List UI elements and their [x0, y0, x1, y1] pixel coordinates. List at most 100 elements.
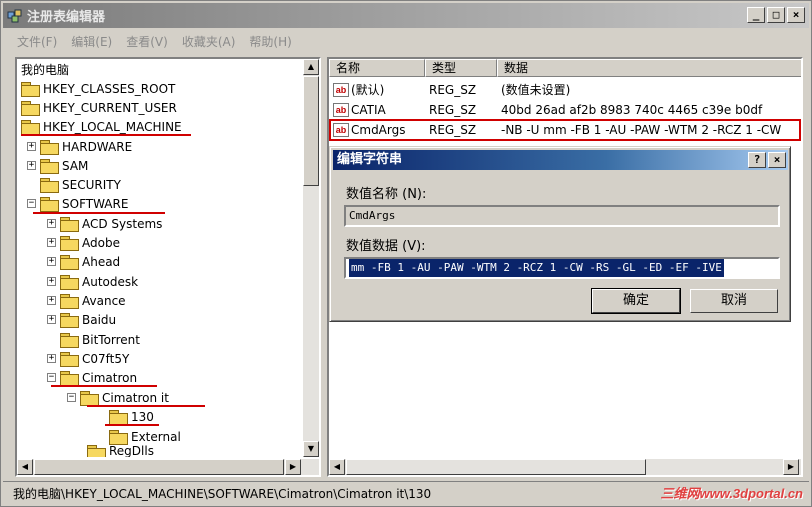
window-title: 注册表编辑器 — [27, 10, 106, 25]
expand-plus-icon[interactable]: + — [47, 257, 56, 266]
string-value-icon: ab — [333, 102, 349, 117]
column-header-type[interactable]: 类型 — [425, 59, 497, 77]
tree-node-label: Cimatron — [82, 370, 138, 385]
tree-node-sam[interactable]: + SAM — [27, 156, 88, 175]
expand-plus-icon[interactable]: + — [47, 238, 56, 247]
folder-icon — [60, 255, 79, 270]
tree-node-label: External — [131, 429, 181, 444]
tree-horizontal-scrollbar[interactable]: ◀ ▶ — [17, 459, 319, 475]
folder-icon — [60, 275, 79, 290]
folder-icon — [60, 217, 79, 232]
help-button[interactable]: ? — [748, 152, 766, 168]
scroll-track[interactable] — [346, 459, 646, 475]
tree-node-adobe[interactable]: + Adobe — [47, 233, 120, 252]
tree-root[interactable]: 我的电脑 — [21, 60, 69, 79]
regedit-icon — [7, 8, 23, 24]
tree-node-external[interactable]: External — [109, 427, 181, 446]
collapse-minus-icon[interactable]: − — [27, 199, 36, 208]
value-data-text: mm -FB 1 -AU -PAW -WTM 2 -RCZ 1 -CW -RS … — [349, 259, 724, 277]
folder-open-icon — [60, 371, 79, 386]
expand-plus-icon[interactable]: + — [47, 219, 56, 228]
expand-plus-icon[interactable]: + — [27, 142, 36, 151]
collapse-minus-icon[interactable]: − — [67, 393, 76, 402]
scroll-right-arrow-icon[interactable]: ▶ — [783, 459, 799, 475]
ok-button[interactable]: 确定 — [591, 288, 681, 314]
scroll-right-arrow-icon[interactable]: ▶ — [285, 459, 301, 475]
tree-node-acd[interactable]: + ACD Systems — [47, 214, 162, 233]
watermark: 三维网www.3dportal.cn — [660, 486, 803, 501]
close-button[interactable]: × — [787, 7, 805, 23]
tree-node-baidu[interactable]: + Baidu — [47, 310, 116, 329]
tree-node-label: SOFTWARE — [62, 196, 129, 211]
list-item[interactable]: ab (默认) REG_SZ (数值未设置) — [329, 80, 797, 99]
scroll-left-arrow-icon[interactable]: ◀ — [17, 459, 33, 475]
folder-icon — [21, 82, 40, 97]
tree-node-label: Baidu — [82, 312, 117, 327]
tree-node-security[interactable]: SECURITY — [40, 175, 121, 194]
menu-view[interactable]: 查看(V) — [126, 33, 168, 50]
dialog-title-bar[interactable]: 编辑字符串 — [333, 150, 788, 170]
expand-plus-icon[interactable]: + — [27, 161, 36, 170]
tree-node-hkcr[interactable]: HKEY_CLASSES_ROOT — [21, 79, 175, 98]
folder-open-icon — [21, 120, 40, 135]
tree-node-c07ft5y[interactable]: + C07ft5Y — [47, 349, 129, 368]
value-data-input[interactable]: mm -FB 1 -AU -PAW -WTM 2 -RCZ 1 -CW -RS … — [344, 257, 780, 279]
tree-node-label: BitTorrent — [82, 332, 140, 347]
value-type: REG_SZ — [429, 102, 477, 117]
folder-open-icon — [109, 410, 128, 425]
tree-node-avance[interactable]: + Avance — [47, 291, 126, 310]
expand-plus-icon[interactable]: + — [47, 315, 56, 324]
collapse-minus-icon[interactable]: − — [47, 373, 56, 382]
scroll-thumb[interactable] — [34, 459, 284, 475]
tree-node-label: HKEY_CLASSES_ROOT — [43, 81, 176, 96]
tree-node-bittorrent[interactable]: BitTorrent — [60, 330, 140, 349]
red-highlight-box — [329, 119, 801, 141]
menu-favorites[interactable]: 收藏夹(A) — [182, 33, 236, 50]
maximize-button[interactable]: □ — [767, 7, 785, 23]
tree-node-regdlls[interactable]: RegDlls — [87, 445, 154, 457]
cancel-button[interactable]: 取消 — [690, 289, 778, 313]
minimize-button[interactable]: _ — [747, 7, 765, 23]
tree-node-hardware[interactable]: + HARDWARE — [27, 137, 132, 156]
expand-plus-icon[interactable]: + — [47, 296, 56, 305]
title-bar[interactable]: 注册表编辑器 _ □ × — [3, 3, 809, 28]
tree-node-label: Ahead — [82, 254, 121, 269]
list-header: 名称 类型 数据 — [329, 59, 801, 77]
menu-bar: 文件(F) 编辑(E) 查看(V) 收藏夹(A) 帮助(H) — [3, 30, 809, 52]
menu-file[interactable]: 文件(F) — [17, 33, 57, 50]
menu-edit[interactable]: 编辑(E) — [71, 33, 112, 50]
column-header-data[interactable]: 数据 — [497, 59, 801, 77]
tree-node-label: Autodesk — [82, 274, 139, 289]
folder-open-icon — [40, 197, 59, 212]
tree-node-hkcu[interactable]: HKEY_CURRENT_USER — [21, 98, 177, 117]
scroll-up-arrow-icon[interactable]: ▲ — [303, 59, 319, 75]
dialog-close-button[interactable]: × — [768, 152, 786, 168]
tree-node-label: Cimatron it — [102, 390, 169, 405]
scroll-thumb[interactable] — [303, 76, 319, 186]
tree-node-label: HKEY_LOCAL_MACHINE — [43, 119, 182, 134]
tree-node-label: HARDWARE — [62, 139, 133, 154]
tree-node-software[interactable]: − SOFTWARE — [27, 194, 128, 213]
registry-tree-pane[interactable]: 我的电脑 HKEY_CLASSES_ROOT HKEY_CURRENT_USER… — [15, 57, 321, 477]
tree-node-label: 130 — [131, 409, 154, 424]
tree-node-label: Avance — [82, 293, 126, 308]
tree-node-autodesk[interactable]: + Autodesk — [47, 272, 138, 291]
folder-icon — [60, 313, 79, 328]
tree-node-ahead[interactable]: + Ahead — [47, 252, 120, 271]
list-horizontal-scrollbar[interactable]: ◀ ▶ — [329, 459, 801, 475]
status-path: 我的电脑\HKEY_LOCAL_MACHINE\SOFTWARE\Cimatro… — [13, 487, 432, 501]
expand-plus-icon[interactable]: + — [47, 354, 56, 363]
menu-help[interactable]: 帮助(H) — [249, 33, 291, 50]
expand-plus-icon[interactable]: + — [47, 277, 56, 286]
folder-icon — [21, 101, 40, 116]
column-header-name[interactable]: 名称 — [329, 59, 425, 77]
value-name-field: CmdArgs — [344, 205, 780, 227]
tree-vertical-scrollbar[interactable]: ▲ ▼ — [303, 59, 319, 457]
value-data-label: 数值数据 (V): — [346, 239, 426, 254]
red-underline-mark — [105, 424, 159, 426]
list-item[interactable]: ab CATIA REG_SZ 40bd 26ad af2b 8983 740c … — [329, 100, 797, 119]
scroll-down-arrow-icon[interactable]: ▼ — [303, 441, 319, 457]
dialog-title: 编辑字符串 — [337, 152, 403, 167]
value-type: REG_SZ — [429, 82, 477, 97]
scroll-left-arrow-icon[interactable]: ◀ — [329, 459, 345, 475]
